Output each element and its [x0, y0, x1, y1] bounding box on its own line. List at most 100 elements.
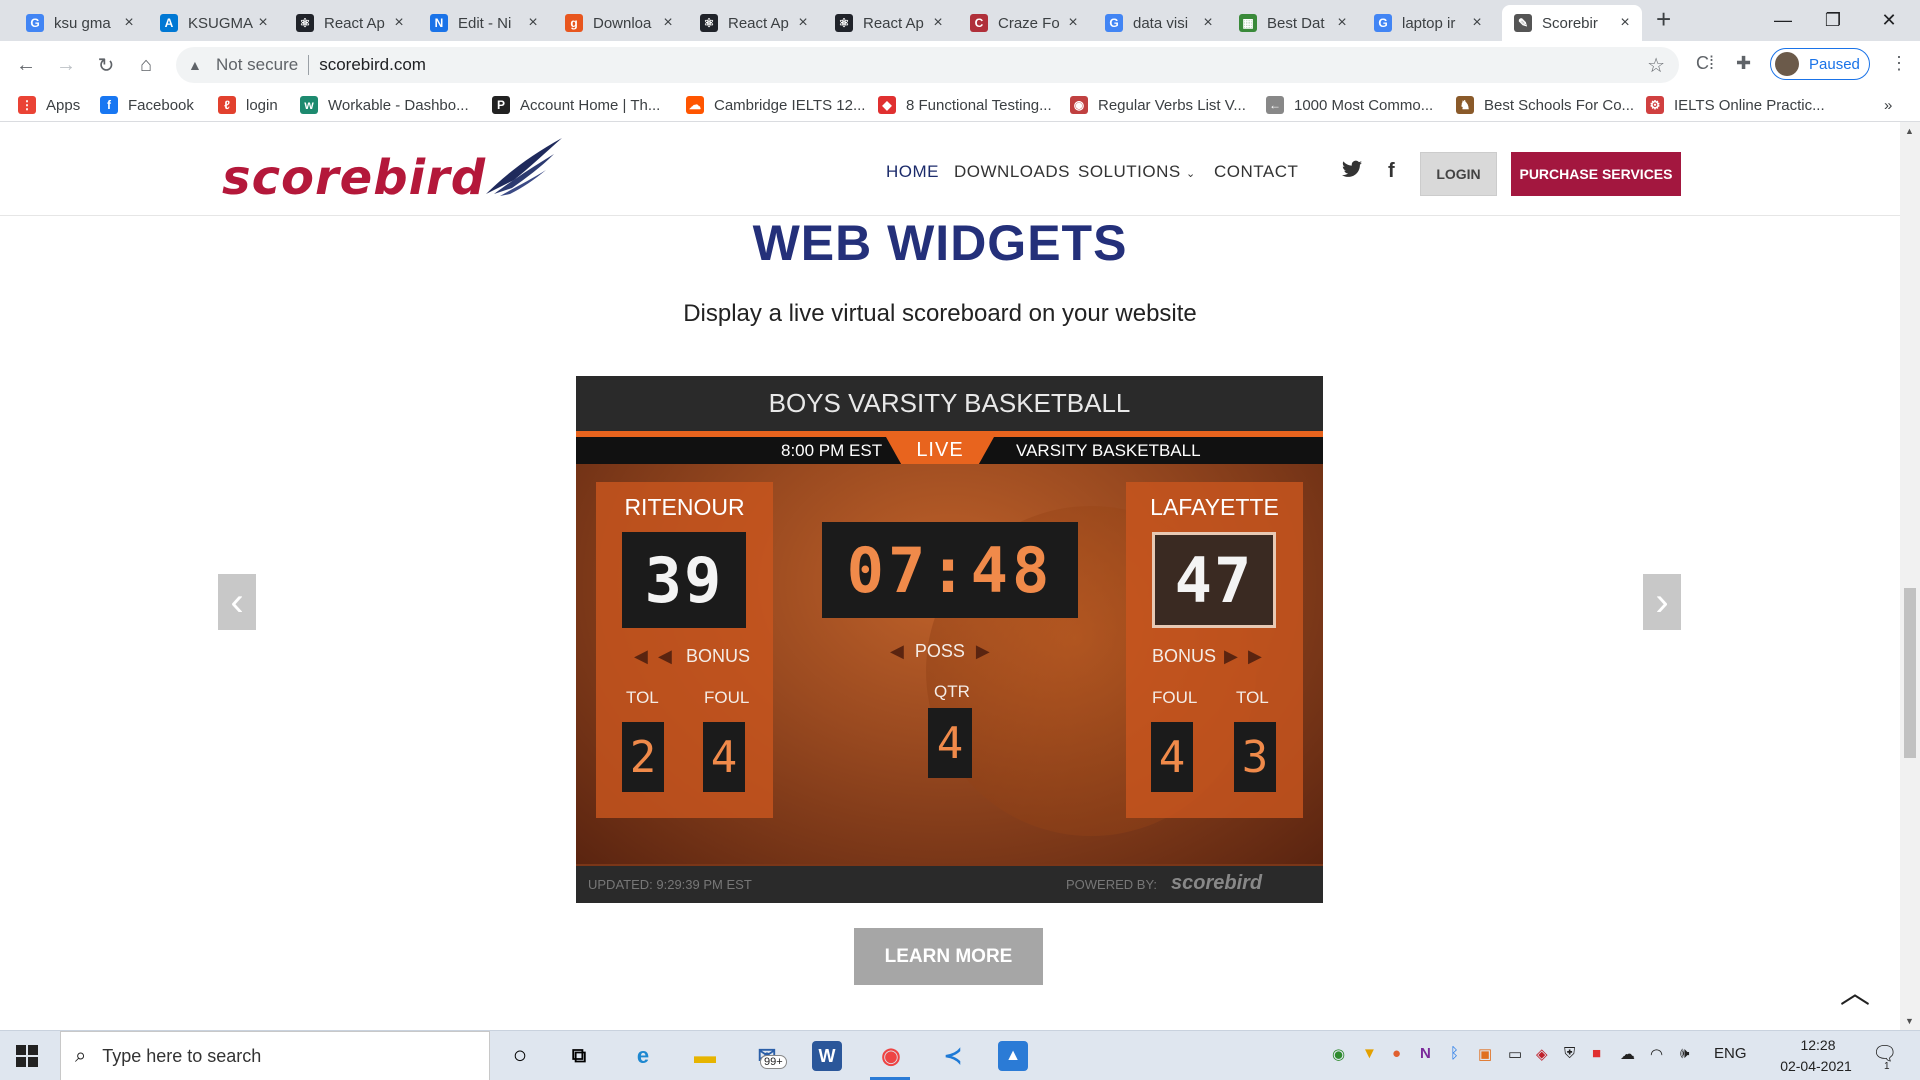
back-icon[interactable]: ← [14, 53, 38, 77]
task-view-icon[interactable]: ⧉ [562, 1039, 596, 1073]
close-window-button[interactable]: ✕ [1866, 5, 1912, 35]
nav-home[interactable]: HOME [886, 162, 939, 182]
nav-contact[interactable]: CONTACT [1214, 162, 1298, 182]
learn-more-button[interactable]: LEARN MORE [854, 928, 1043, 985]
menu-icon[interactable]: ⋮ [1890, 53, 1908, 74]
vscode-icon[interactable]: ≺ [936, 1039, 970, 1073]
carousel-prev-button[interactable]: ‹ [218, 574, 256, 630]
close-tab-icon[interactable]: × [929, 14, 947, 32]
home-foul-value: 4 [703, 722, 745, 792]
tray-app-icon[interactable]: ● [1392, 1045, 1401, 1062]
bookmark-item[interactable]: ☁ Cambridge IELTS 12... [686, 93, 865, 117]
tray-app-icon[interactable]: ■ [1592, 1045, 1601, 1062]
chrome-icon[interactable]: ◉ [874, 1039, 908, 1073]
close-tab-icon[interactable]: × [390, 14, 408, 32]
volume-icon[interactable]: 🕪 [1680, 1045, 1689, 1062]
close-tab-icon[interactable]: × [659, 14, 677, 32]
ielts-icon: ⚙ [1646, 96, 1664, 114]
wifi-icon[interactable]: ◠ [1650, 1045, 1663, 1063]
browser-tab[interactable]: Gdata visi × [1093, 5, 1225, 41]
language-indicator[interactable]: ENG [1714, 1045, 1747, 1062]
reload-icon[interactable]: ↻ [94, 53, 118, 77]
nav-solutions[interactable]: SOLUTIONS ⌄ [1078, 162, 1196, 182]
word-icon[interactable]: W [812, 1041, 842, 1071]
scroll-up-icon[interactable]: ▲ [1905, 126, 1914, 136]
scroll-thumb[interactable] [1904, 588, 1916, 758]
edge-icon[interactable]: e [626, 1039, 660, 1073]
minimize-button[interactable]: — [1760, 5, 1806, 35]
profile-button[interactable]: Paused [1770, 48, 1870, 80]
tab-title: Scorebir [1542, 14, 1598, 32]
tray-app-icon[interactable]: ▼ [1362, 1045, 1377, 1062]
battery-icon[interactable]: ▭ [1508, 1045, 1522, 1063]
home-icon[interactable]: ⌂ [134, 53, 158, 77]
close-tab-icon[interactable]: × [1199, 14, 1217, 32]
login-button[interactable]: LOGIN [1420, 152, 1497, 196]
purchase-services-button[interactable]: PURCHASE SERVICES [1511, 152, 1681, 196]
browser-tab[interactable]: ⚛ React Ap × [688, 5, 820, 41]
browser-tab[interactable]: Glaptop ir × [1362, 5, 1494, 41]
browser-tab[interactable]: Gksu gma × [14, 5, 146, 41]
close-tab-icon[interactable]: × [794, 14, 812, 32]
carousel-next-button[interactable]: › [1643, 574, 1681, 630]
bookmark-item[interactable]: P Account Home | Th... [492, 93, 660, 117]
mcafee-icon[interactable]: ◈ [1536, 1045, 1548, 1063]
browser-tab[interactable]: ▦ Best Dat × [1227, 5, 1359, 41]
file-explorer-icon[interactable]: ▬ [688, 1039, 722, 1073]
browser-tab[interactable]: g Downloa × [553, 5, 685, 41]
page-viewport: scorebird HOME DOWNLOADS SOLUTIONS ⌄ CON… [0, 122, 1920, 1030]
browser-tab[interactable]: ⚛ React Ap × [823, 5, 955, 41]
close-tab-icon[interactable]: × [1616, 14, 1634, 32]
bookmark-item[interactable]: ℓ login [218, 93, 278, 117]
browser-tab[interactable]: A KSUGMA × [148, 5, 280, 41]
bookmark-item[interactable]: ⋮ Apps [18, 93, 80, 117]
tray-app-icon[interactable]: ◉ [1332, 1045, 1345, 1063]
tab-title: Downloa [593, 14, 652, 32]
bookmark-item[interactable]: w Workable - Dashbo... [300, 93, 469, 117]
taskbar-clock-date[interactable]: 02-04-2021 [1766, 1058, 1866, 1074]
tray-app-icon[interactable]: ▣ [1478, 1045, 1492, 1063]
bookmark-item[interactable]: ← 1000 Most Commo... [1266, 93, 1433, 117]
new-tab-button[interactable]: + [1656, 4, 1671, 35]
taskbar-clock-time[interactable]: 12:28 [1788, 1037, 1848, 1053]
scroll-down-icon[interactable]: ▼ [1905, 1016, 1914, 1026]
bookmark-item[interactable]: ♞ Best Schools For Co... [1456, 93, 1634, 117]
arrow-icon: ← [1266, 96, 1284, 114]
cortana-icon[interactable]: ○ [503, 1039, 537, 1073]
close-tab-icon[interactable]: × [1333, 14, 1351, 32]
scroll-to-top-icon[interactable]: ︿ [1840, 968, 1870, 1012]
photos-icon[interactable]: ▲ [998, 1041, 1028, 1071]
bookmark-star-icon[interactable]: ☆ [1647, 53, 1665, 78]
forward-icon[interactable]: → [54, 53, 78, 77]
browser-tab[interactable]: C Craze Fo × [958, 5, 1090, 41]
twitter-icon[interactable] [1342, 160, 1362, 184]
close-tab-icon[interactable]: × [120, 14, 138, 32]
network-icon[interactable]: ☁ [1620, 1045, 1635, 1063]
close-tab-icon[interactable]: × [254, 14, 272, 32]
maximize-button[interactable]: ❐ [1810, 5, 1856, 35]
onenote-tray-icon[interactable]: N [1420, 1045, 1431, 1062]
nav-downloads[interactable]: DOWNLOADS [954, 162, 1070, 182]
close-tab-icon[interactable]: × [1064, 14, 1082, 32]
windows-start-icon[interactable] [16, 1045, 38, 1067]
bookmarks-overflow-icon[interactable]: » [1884, 93, 1892, 117]
bookmark-item[interactable]: ◆ 8 Functional Testing... [878, 93, 1052, 117]
scorebird-logo[interactable]: scorebird [222, 136, 562, 206]
browser-tab[interactable]: ⚛ React Ap × [284, 5, 416, 41]
tab-title: laptop ir [1402, 14, 1456, 32]
bookmark-item[interactable]: f Facebook [100, 93, 194, 117]
page-scrollbar[interactable]: ▲ ▼ [1900, 122, 1920, 1030]
bookmark-item[interactable]: ◉ Regular Verbs List V... [1070, 93, 1246, 117]
address-bar[interactable]: ▲ Not secure scorebird.com ☆ [176, 47, 1679, 83]
close-tab-icon[interactable]: × [524, 14, 542, 32]
taskbar-search-input[interactable]: ⌕ Type here to search [60, 1031, 490, 1080]
browser-tab[interactable]: N Edit - Ni × [418, 5, 550, 41]
extensions-puzzle-icon[interactable]: ✚ [1736, 53, 1751, 74]
bookmark-item[interactable]: ⚙ IELTS Online Practic... [1646, 93, 1825, 117]
close-tab-icon[interactable]: × [1468, 14, 1486, 32]
extension-c-icon[interactable]: C⁞ [1696, 53, 1714, 74]
bluetooth-icon[interactable]: ᛒ [1450, 1045, 1459, 1062]
facebook-icon[interactable]: f [1388, 160, 1395, 183]
security-icon[interactable]: ⛨ [1564, 1045, 1575, 1062]
browser-tab[interactable]: ✎ Scorebir × [1502, 5, 1642, 41]
